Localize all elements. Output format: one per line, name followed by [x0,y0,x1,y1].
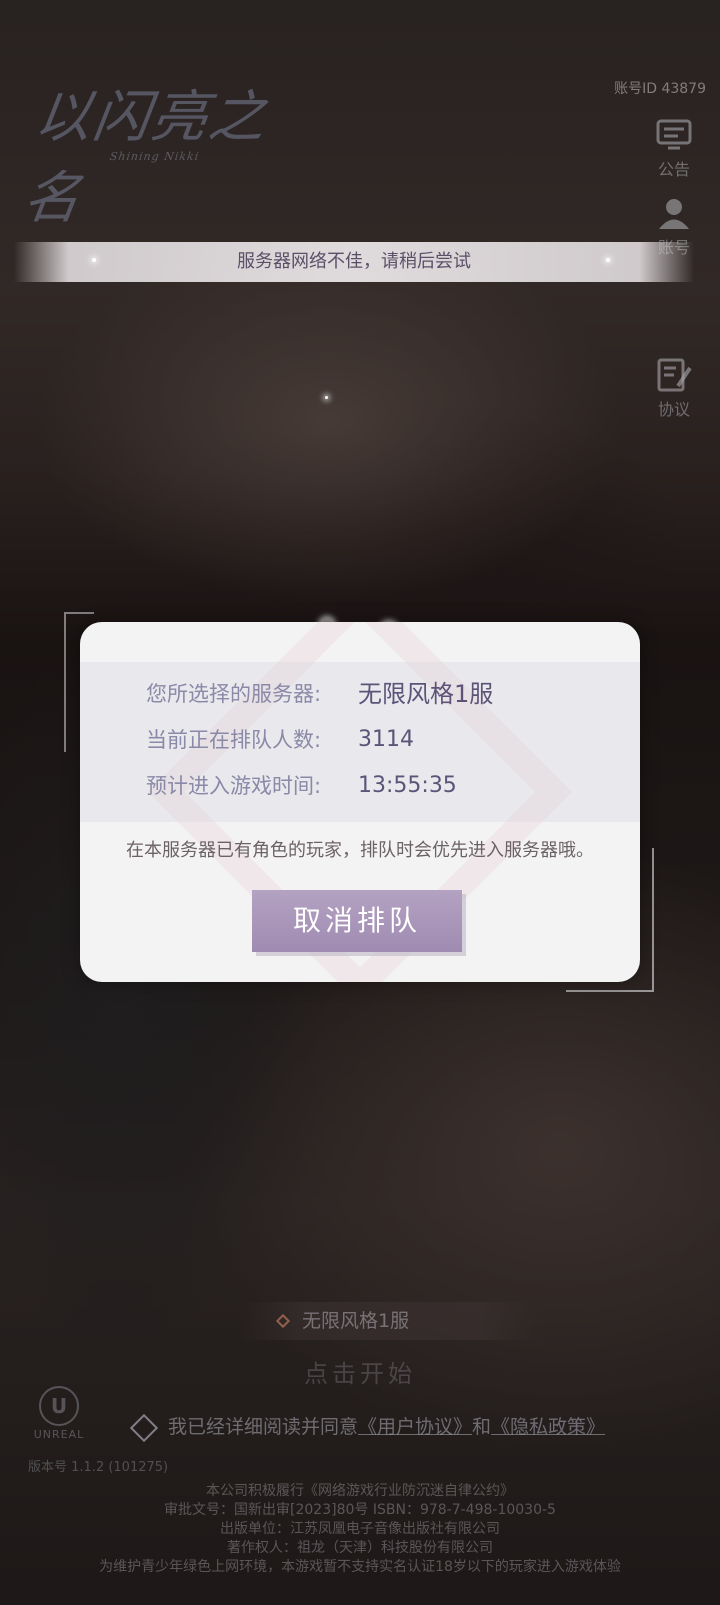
game-logo: 以闪亮之名 Shining Nikki [19,72,291,231]
announcement-icon [656,119,692,150]
priority-note: 在本服务器已有角色的玩家，排队时会优先进入服务器哦。 [126,840,594,861]
legal-footer: 本公司积极履行《网络游戏行业防沉迷自律公约》 审批文号：国新出审[2023]80… [0,1482,720,1577]
sparkle [92,258,96,262]
privacy-policy-link[interactable]: 《隐私政策》 [491,1416,605,1438]
agreement-icon [657,358,692,392]
cancel-queue-button[interactable]: 取消排队 [252,890,462,952]
diamond-icon [275,1313,291,1329]
eta-label: 预计进入游戏时间: [146,774,322,798]
consent-text: 我已经详细阅读并同意 [168,1416,359,1438]
agreement-button[interactable]: 协议 [654,358,694,420]
server-value: 无限风格1服 [358,680,494,708]
footer-line: 审批文号：国新出审[2023]80号 ISBN：978-7-498-10030-… [164,1502,556,1518]
queue-count-label: 当前正在排队人数: [146,728,322,752]
selected-server-name: 无限风格1服 [302,1310,410,1332]
consent-checkbox[interactable] [129,1413,159,1442]
footer-line: 本公司积极履行《网络游戏行业防沉迷自律公约》 [206,1483,514,1499]
start-game-button[interactable]: 点击开始 [290,1354,430,1394]
announcement-label: 公告 [657,160,690,179]
footer-line: 著作权人：祖龙（天津）科技股份有限公司 [227,1540,493,1556]
unreal-icon: U [39,1386,79,1426]
unreal-engine-logo: U UNREAL [28,1386,90,1441]
announcement-button[interactable]: 公告 [654,118,694,180]
version-label: 版本号 1.1.2 (101275) [28,1460,169,1475]
eta-row: 预计进入游戏时间: 13:55:35 [146,768,457,804]
consent-and: 和 [472,1416,492,1438]
footer-line: 出版单位：江苏凤凰电子音像出版社有限公司 [220,1521,500,1537]
eta-value: 13:55:35 [358,773,457,798]
server-selector[interactable]: 无限风格1服 [240,1302,540,1340]
agreement-consent: 我已经详细阅读并同意《用户协议》和《隐私政策》 [129,1412,605,1442]
account-id: 账号ID 43879 [614,81,706,97]
sparkle [606,258,610,262]
user-agreement-link[interactable]: 《用户协议》 [358,1416,472,1438]
unreal-logo-text: UNREAL [33,1428,85,1441]
network-toast: 服务器网络不佳，请稍后尝试 [14,242,694,282]
logo-subtitle: Shining Nikki [108,150,201,163]
user-icon [659,199,689,229]
agreement-label: 协议 [657,400,690,419]
queue-count-row: 当前正在排队人数: 3114 [146,722,414,758]
server-row: 您所选择的服务器: 无限风格1服 [146,676,493,712]
queue-count-value: 3114 [358,727,414,752]
sparkle [325,396,328,399]
queue-dialog: 您所选择的服务器: 无限风格1服 当前正在排队人数: 3114 预计进入游戏时间… [80,622,640,982]
footer-line: 为维护青少年绿色上网环境，本游戏暂不支持实名认证18岁以下的玩家进入游戏体验 [99,1559,621,1575]
server-label: 您所选择的服务器: [146,682,322,706]
